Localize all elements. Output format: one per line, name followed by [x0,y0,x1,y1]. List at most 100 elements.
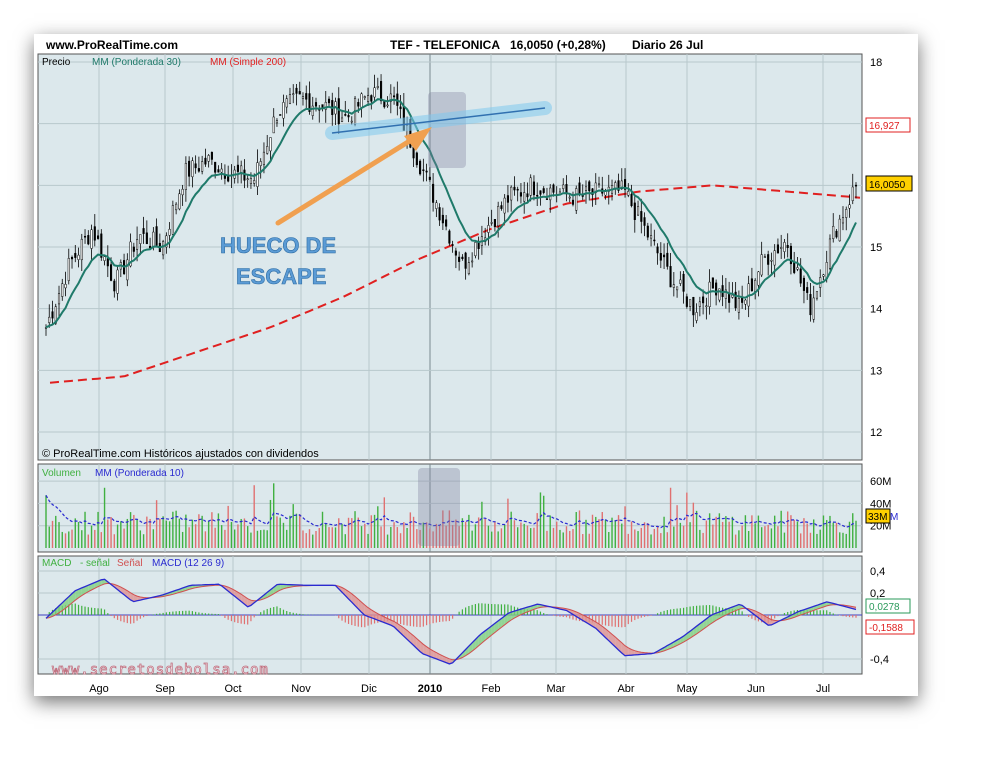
candle-body [806,287,809,293]
candle-body [168,228,171,236]
candle-body [178,193,181,210]
candle-body [845,209,848,218]
candle-body [754,280,757,292]
candle-body [188,160,191,177]
candle-body [441,214,444,224]
candle-body [272,116,275,134]
legend-precio: Precio [42,57,71,68]
candle-body [770,259,773,262]
candle-body [262,151,266,165]
candle-body [575,188,578,211]
candle-body [487,225,490,233]
candle-body [783,242,786,252]
candle-body [815,291,819,299]
candle-body [96,235,100,239]
candle-body [636,206,640,216]
candle-body [477,241,480,249]
y-axis-ticks: 121314151860M40M20M0,40,2-0,4 [870,57,891,666]
candle-body [711,277,714,289]
gap-highlight-price [428,92,466,168]
candle-body [584,186,588,191]
candle-body [197,168,200,172]
candle-body [327,98,331,104]
candle-body [113,280,116,292]
candle-body [854,184,858,187]
candle-body [301,96,305,99]
candle-body [780,247,783,249]
candle-body [279,114,282,116]
candle-body [529,177,532,196]
candle-body [184,163,187,190]
x-axis-ticks: Ago Sep Oct Nov Dic 2010 Feb Mar Abr May Jun Jul [89,683,830,695]
candle-body [435,202,438,209]
candle-body [428,176,431,180]
x-tick-label: Abr [617,683,634,695]
candle-body [562,184,565,189]
y-tick-label: 12 [870,427,882,439]
candle-body [61,283,64,297]
candle-body [445,219,448,227]
candle-body [194,163,197,169]
candle-body [415,152,418,166]
candle-body [702,296,705,304]
legend-macd-a: MACD [42,558,71,569]
candle-body [698,301,701,307]
candle-body [155,226,158,246]
candle-body [275,120,279,124]
candle-body [526,193,529,198]
candle-body [227,175,230,182]
badge-last: 16,0050 [869,180,906,191]
legend-volume-ma: MM (Ponderada 10) [95,468,184,479]
candle-body [650,235,653,239]
x-tick-label: Feb [482,683,501,695]
candle-body [633,202,636,220]
candle-body [578,182,581,195]
candle-body [571,199,575,205]
candle-body [773,250,776,266]
x-tick-label: Ago [89,683,109,695]
x-tick-label: Dic [361,683,377,695]
y-tick-label: 14 [870,304,882,316]
candle-body [240,165,243,173]
candle-body [77,254,80,260]
candle-body [490,222,493,224]
candle-body [152,231,155,247]
candle-body [419,160,422,175]
candle-body [731,294,734,298]
candle-body [340,117,344,122]
candle-body [750,278,753,292]
candle-body [676,286,679,291]
candle-body [471,260,474,263]
x-tick-label: Jul [816,683,830,695]
candle-body [93,226,96,241]
candle-body [659,253,662,261]
candle-body [708,281,711,307]
candle-body [841,217,845,224]
y-tick-label: 0,4 [870,566,885,578]
candle-body [467,262,470,275]
price-chart: www.ProRealTime.com TEF - TELEFONICA 16,… [34,34,918,695]
candle-body [506,195,509,203]
legend-macd-sep: - [80,558,83,569]
gap-highlight-volume [418,468,460,546]
candle-body [497,206,500,227]
candle-body [373,87,376,98]
candle-body [126,259,129,281]
candle-body [48,316,51,323]
candle-body [288,94,292,104]
candle-body [510,186,513,201]
candle-body [542,188,545,193]
candle-body [214,161,217,173]
legend-ma200: MM (Simple 200) [210,57,286,68]
candle-body [376,86,379,88]
candle-body [513,186,516,191]
candle-body [363,96,366,99]
candle-body [438,207,441,221]
candle-body [90,229,93,249]
legend-macd-c: Señal [117,558,143,569]
candle-body [103,256,106,261]
candle-body [643,217,646,226]
candle-body [80,238,83,261]
candle-body [383,100,386,108]
candle-body [568,196,571,199]
